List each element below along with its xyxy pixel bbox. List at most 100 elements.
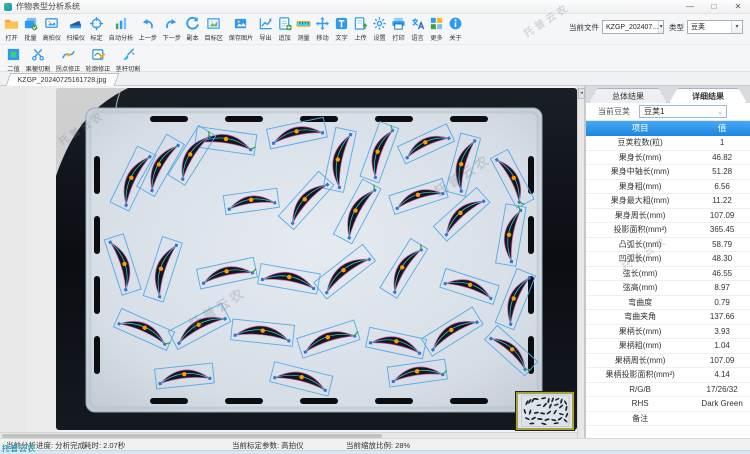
- maximize-button[interactable]: □: [702, 0, 726, 13]
- row-item-label: 弯曲夹角: [586, 310, 694, 324]
- toolbar-edit: 二值果梗切割拐点修正轮廓修正茎秆切割: [0, 45, 750, 72]
- settings-icon: [372, 16, 387, 31]
- toolbar-button-settings[interactable]: 设置: [370, 15, 389, 42]
- table-row[interactable]: 果柄长(mm)3.93: [586, 325, 750, 340]
- header-value: 值: [694, 121, 750, 136]
- table-row[interactable]: 果柄周长(mm)107.09: [586, 354, 750, 369]
- toolbar-button-calibrate[interactable]: 标定: [87, 15, 106, 42]
- toolbar-main: 打开批量高拍仪扫描仪标定自动分析上一步下一步副本目标区保存图片导出追加测量移动文…: [0, 14, 750, 45]
- type-select[interactable]: 豆荚 ▾: [687, 20, 743, 34]
- table-row[interactable]: 果柄投影面积(mm²)4.14: [586, 368, 750, 383]
- table-row[interactable]: R/G/B17/26/32: [586, 383, 750, 398]
- current-file-label: 当前文件: [569, 22, 599, 33]
- minimize-button[interactable]: —: [678, 0, 702, 13]
- table-row[interactable]: 弯曲夹角137.66: [586, 310, 750, 325]
- toolbar-button-move[interactable]: 移动: [313, 15, 332, 42]
- current-pod-select[interactable]: 豆荚1 ⌄: [639, 105, 727, 118]
- autoanalyze-icon: [114, 16, 129, 31]
- toolbar-button-prev[interactable]: 上一步: [136, 15, 160, 42]
- toolbar-button-binary[interactable]: 二值: [4, 46, 23, 73]
- chevron-down-icon: ⌄: [717, 108, 723, 116]
- panel-collapse-button[interactable]: ◂: [578, 88, 585, 99]
- tab-overall-results[interactable]: 总体结果: [589, 88, 667, 103]
- toolbar-button-doccam[interactable]: 高拍仪: [40, 15, 64, 42]
- table-row[interactable]: 弯曲度0.79: [586, 296, 750, 311]
- upload-icon: [353, 16, 368, 31]
- toolbar-button-stemcut[interactable]: 果梗切割: [23, 46, 53, 73]
- tab-detailed-results[interactable]: 详细结果: [669, 88, 747, 103]
- table-row[interactable]: 果身周长(mm)107.09: [586, 209, 750, 224]
- more-icon: [429, 16, 444, 31]
- copy-icon: [185, 16, 200, 31]
- toolbar-button-label: 下一步: [162, 32, 181, 42]
- table-row[interactable]: 豆荚粒数(粒)1: [586, 136, 750, 151]
- main-area: ◂ 总体结果 详细结果 当前豆荚 豆荚1 ⌄ 项目 值 豆荚粒数(粒)1果身长(…: [0, 86, 750, 438]
- toolbar-button-append[interactable]: 追加: [275, 15, 294, 42]
- row-item-label: 果身周长(mm): [586, 209, 694, 223]
- document-tab[interactable]: KZGP_20240725161728.jpg: [6, 73, 119, 86]
- row-item-label: 豆荚粒数(粒): [586, 136, 694, 150]
- row-item-value: 1: [694, 136, 750, 150]
- toolbar-button-label: 导出: [259, 32, 271, 42]
- row-item-label: RHS: [586, 397, 694, 411]
- toolbar-button-target[interactable]: 目标区: [202, 15, 226, 42]
- close-button[interactable]: ✕: [726, 0, 750, 13]
- row-item-value: 51.28: [694, 165, 750, 179]
- chevron-down-icon[interactable]: ▾: [731, 21, 742, 33]
- table-row[interactable]: 弦高(mm)8.97: [586, 281, 750, 296]
- table-row[interactable]: 投影面积(mm²)365.45: [586, 223, 750, 238]
- toolbar-button-about[interactable]: 关于: [446, 15, 465, 42]
- toolbar-button-inflect[interactable]: 拐点修正: [53, 46, 83, 73]
- toolbar-edit-buttons: 二值果梗切割拐点修正轮廓修正茎秆切割: [4, 46, 143, 73]
- toolbar-button-copy[interactable]: 副本: [183, 15, 202, 42]
- table-row[interactable]: 果身长(mm)46.82: [586, 151, 750, 166]
- image-viewer[interactable]: [0, 86, 577, 438]
- toolbar-button-batch[interactable]: 批量: [21, 15, 40, 42]
- row-item-value: 48.30: [694, 252, 750, 266]
- row-item-value: Dark Green: [694, 397, 750, 411]
- row-item-value: 107.09: [694, 209, 750, 223]
- row-item-label: 投影面积(mm²): [586, 223, 694, 237]
- toolbar-button-label: 目标区: [204, 32, 223, 42]
- toolbar-button-upload[interactable]: 上传: [351, 15, 370, 42]
- toolbar-button-export[interactable]: 导出: [256, 15, 275, 42]
- table-row[interactable]: 备注: [586, 412, 750, 427]
- row-item-label: 备注: [586, 412, 694, 426]
- toolbar-button-open[interactable]: 打开: [2, 15, 21, 42]
- current-file-select[interactable]: KZGP_202407... ▾: [602, 20, 664, 34]
- minimap[interactable]: [516, 392, 574, 430]
- table-row[interactable]: 果柄粗(mm)1.04: [586, 339, 750, 354]
- toolbar-button-autoanalyze[interactable]: 自动分析: [106, 15, 136, 42]
- toolbar-button-podcut[interactable]: 茎秆切割: [113, 46, 143, 73]
- toolbar-button-label: 关于: [449, 32, 461, 42]
- toolbar-button-contourfix[interactable]: 轮廓修正: [83, 46, 113, 73]
- table-row[interactable]: 果身中轴长(mm)51.28: [586, 165, 750, 180]
- current-pod-label: 当前豆荚: [598, 106, 630, 117]
- target-icon: [206, 16, 221, 31]
- toolbar-button-next[interactable]: 下一步: [160, 15, 184, 42]
- row-item-label: 果身粗(mm): [586, 180, 694, 194]
- podcut-icon: [121, 47, 136, 62]
- table-row[interactable]: 凹弧长(mm)48.30: [586, 252, 750, 267]
- panel-splitter[interactable]: ◂: [577, 86, 585, 438]
- row-item-value: 3.93: [694, 325, 750, 339]
- toolbar-button-language[interactable]: 语言: [408, 15, 427, 42]
- table-row[interactable]: 果身粗(mm)6.56: [586, 180, 750, 195]
- table-row[interactable]: 凸弧长(mm)58.79: [586, 238, 750, 253]
- toolbar-button-measure[interactable]: 测量: [294, 15, 313, 42]
- toolbar-button-saveimg[interactable]: 保存图片: [226, 15, 256, 42]
- table-row[interactable]: 果身最大粗(mm)11.22: [586, 194, 750, 209]
- toolbar-button-text[interactable]: 文字: [332, 15, 351, 42]
- table-row[interactable]: 弦长(mm)46.55: [586, 267, 750, 282]
- toolbar-button-scanner[interactable]: 扫描仪: [64, 15, 88, 42]
- current-file-value: KZGP_202407...: [606, 24, 658, 31]
- chevron-down-icon[interactable]: ▾: [658, 21, 663, 33]
- table-row[interactable]: RHSDark Green: [586, 397, 750, 412]
- toolbar-button-label: 文字: [335, 32, 347, 42]
- toolbar-button-more[interactable]: 更多: [427, 15, 446, 42]
- current-pod-row: 当前豆荚 豆荚1 ⌄: [586, 103, 750, 121]
- row-item-label: 凸弧长(mm): [586, 238, 694, 252]
- calibrate-icon: [89, 16, 104, 31]
- toolbar-button-print[interactable]: 打印: [389, 15, 408, 42]
- stemcut-icon: [31, 47, 46, 62]
